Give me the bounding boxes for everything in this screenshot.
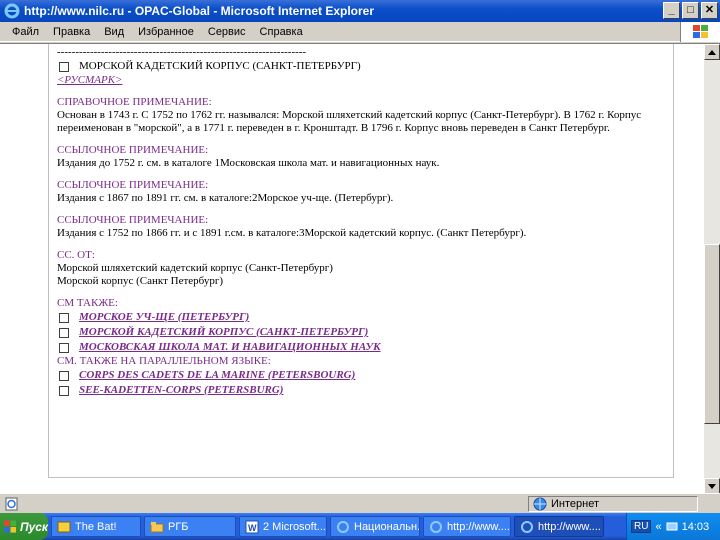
link-checkbox[interactable]: [59, 370, 69, 381]
record-panel: ----------------------------------------…: [48, 44, 674, 478]
ref-note-text: Основан в 1743 г. С 1752 по 1762 гг. наз…: [57, 109, 642, 134]
task-label: http://www....: [447, 520, 510, 533]
task-label: The Bat!: [75, 520, 117, 533]
window-title: http://www.nilc.ru - OPAC-Global - Micro…: [24, 4, 375, 18]
rusmark-link[interactable]: <РУСМАРК>: [57, 74, 669, 87]
windows-flag-icon: [4, 520, 17, 533]
language-indicator[interactable]: RU: [631, 520, 652, 533]
ref2-title: ССЫЛОЧНОЕ ПРИМЕЧАНИЕ:: [57, 179, 209, 191]
task-thebat[interactable]: The Bat!: [51, 516, 141, 537]
scroll-thumb[interactable]: [704, 244, 720, 424]
see-from-item: Морской корпус (Санкт Петербург): [57, 275, 224, 287]
status-bar: Интернет: [0, 493, 720, 513]
browser-viewport: ----------------------------------------…: [0, 43, 720, 494]
task-label: http://www....: [538, 520, 601, 533]
separator-line: ----------------------------------------…: [57, 46, 307, 58]
folder-icon: [150, 521, 164, 532]
internet-globe-icon: [533, 497, 547, 511]
task-word[interactable]: W 2 Microsoft...: [239, 516, 327, 537]
scroll-up-button[interactable]: [704, 44, 720, 60]
ref3-title: ССЫЛОЧНОЕ ПРИМЕЧАНИЕ:: [57, 214, 209, 226]
task-browser-2[interactable]: http://www....: [514, 516, 604, 537]
menu-edit[interactable]: Правка: [46, 26, 97, 38]
task-label: 2 Microsoft...: [263, 520, 326, 533]
task-folder[interactable]: РГБ: [144, 516, 236, 537]
close-button[interactable]: ✕: [701, 2, 718, 19]
see-also-link[interactable]: МОРСКОЕ УЧ-ЩЕ (ПЕТЕРБУРГ): [79, 311, 249, 324]
task-label: РГБ: [168, 520, 189, 533]
svg-text:W: W: [248, 523, 257, 533]
link-checkbox[interactable]: [59, 385, 69, 396]
start-button[interactable]: Пуск: [0, 513, 48, 540]
see-also-link[interactable]: МОСКОВСКАЯ ШКОЛА МАТ. И НАВИГАЦИОННЫХ НА…: [79, 341, 381, 354]
ref3-text: Издания с 1752 по 1866 гг. и с 1891 г.см…: [57, 227, 527, 239]
page-done-icon: [5, 497, 18, 510]
link-checkbox[interactable]: [59, 312, 69, 323]
ie-icon: [337, 520, 349, 533]
network-icon: [666, 522, 678, 530]
see-also-link[interactable]: МОРСКОЙ КАДЕТСКИЙ КОРПУС (САНКТ-ПЕТЕРБУР…: [79, 326, 368, 339]
link-checkbox[interactable]: [59, 327, 69, 338]
ref1-text: Издания до 1752 г. см. в каталоге 1Моско…: [57, 157, 440, 169]
menu-file[interactable]: Файл: [0, 26, 46, 38]
task-label: Национальн...: [354, 520, 420, 533]
clock: 14:03: [681, 520, 710, 533]
bat-icon: [57, 521, 71, 532]
scroll-down-button[interactable]: [704, 478, 720, 494]
maximize-button[interactable]: □: [682, 2, 699, 19]
parallel-link[interactable]: SEE-KADETTEN-CORPS (PETERSBURG): [79, 384, 283, 397]
menu-favorites[interactable]: Избранное: [131, 26, 201, 38]
ie-icon: [521, 520, 533, 533]
menu-view[interactable]: Вид: [97, 26, 131, 38]
taskbar: Пуск The Bat! РГБ W 2 Microsoft... Нацио…: [0, 513, 720, 540]
parallel-link[interactable]: CORPS DES CADETS DE LA MARINE (PETERSBOU…: [79, 369, 355, 382]
minimize-button[interactable]: _: [663, 2, 680, 19]
entry-heading: МОРСКОЙ КАДЕТСКИЙ КОРПУС (САНКТ-ПЕТЕРБУР…: [79, 60, 361, 72]
ie-icon: [430, 520, 442, 533]
windows-flag-icon: [680, 22, 720, 42]
see-also-title: СМ ТАКЖЕ:: [57, 297, 118, 309]
zone-label: Интернет: [551, 498, 599, 510]
tray-expand-icon[interactable]: «: [655, 521, 661, 533]
link-checkbox[interactable]: [59, 342, 69, 353]
start-label: Пуск: [19, 519, 48, 534]
system-tray: RU « 14:03: [626, 513, 720, 540]
word-icon: W: [245, 520, 259, 533]
security-zone: Интернет: [528, 496, 698, 512]
see-from-item: Морской шляхетский кадетский корпус (Сан…: [57, 262, 333, 274]
ref2-text: Издания с 1867 по 1891 гг. см. в каталог…: [57, 192, 394, 204]
select-checkbox[interactable]: [59, 61, 69, 72]
ref-note-title: СПРАВОЧНОЕ ПРИМЕЧАНИЕ:: [57, 96, 212, 108]
task-browser-1[interactable]: http://www....: [423, 516, 511, 537]
menu-tools[interactable]: Сервис: [201, 26, 253, 38]
see-from-title: СС. ОТ:: [57, 249, 95, 261]
menu-help[interactable]: Справка: [253, 26, 310, 38]
ref1-title: ССЫЛОЧНОЕ ПРИМЕЧАНИЕ:: [57, 144, 209, 156]
vertical-scrollbar[interactable]: [704, 44, 720, 494]
parallel-title: СМ. ТАКЖЕ НА ПАРАЛЛЕЛЬНОМ ЯЗЫКЕ:: [57, 355, 271, 367]
menu-bar: Файл Правка Вид Избранное Сервис Справка: [0, 22, 720, 42]
task-national[interactable]: Национальн...: [330, 516, 420, 537]
title-bar: http://www.nilc.ru - OPAC-Global - Micro…: [0, 0, 720, 22]
ie-icon: [4, 3, 20, 19]
